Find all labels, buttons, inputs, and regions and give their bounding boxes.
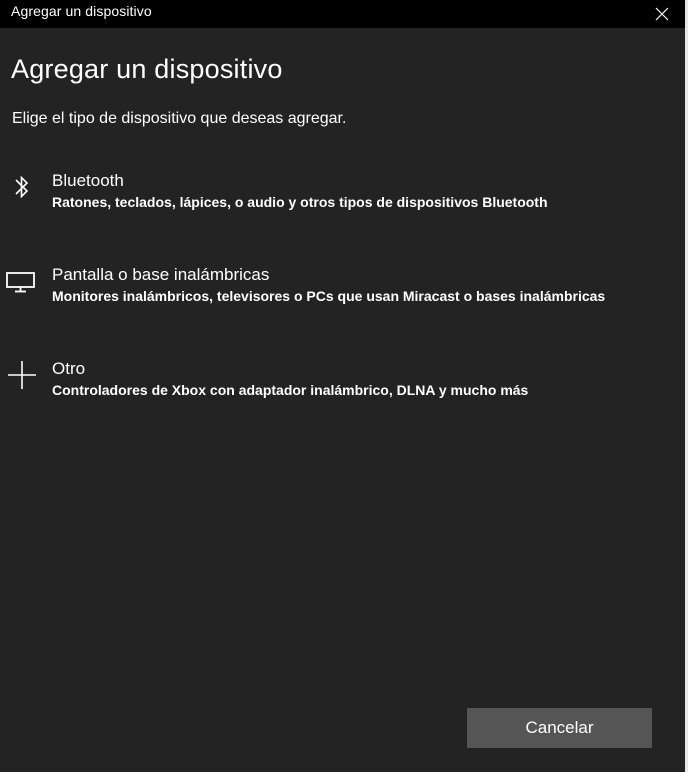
title-bar: Agregar un dispositivo xyxy=(0,0,685,28)
option-description: Ratones, teclados, lápices, o audio y ot… xyxy=(52,194,548,210)
option-other[interactable]: Otro Controladores de Xbox con adaptador… xyxy=(0,359,640,419)
add-device-dialog: Agregar un dispositivo Agregar un dispos… xyxy=(0,0,688,772)
close-icon xyxy=(655,7,669,21)
option-wireless-display[interactable]: Pantalla o base inalámbricas Monitores i… xyxy=(0,265,640,325)
option-label: Otro xyxy=(52,359,86,378)
monitor-icon xyxy=(4,265,38,297)
close-button[interactable] xyxy=(639,0,685,28)
option-label: Bluetooth xyxy=(52,171,124,190)
bluetooth-icon xyxy=(6,171,38,203)
page-subtitle: Elige el tipo de dispositivo que deseas … xyxy=(12,110,347,127)
page-title: Agregar un dispositivo xyxy=(11,54,283,84)
option-bluetooth[interactable]: Bluetooth Ratones, teclados, lápices, o … xyxy=(0,171,640,231)
plus-icon xyxy=(6,359,38,391)
window-title: Agregar un dispositivo xyxy=(11,3,152,19)
option-description: Controladores de Xbox con adaptador inal… xyxy=(52,382,529,398)
option-label: Pantalla o base inalámbricas xyxy=(52,265,270,284)
cancel-button[interactable]: Cancelar xyxy=(467,708,652,748)
option-description: Monitores inalámbricos, televisores o PC… xyxy=(52,288,606,304)
